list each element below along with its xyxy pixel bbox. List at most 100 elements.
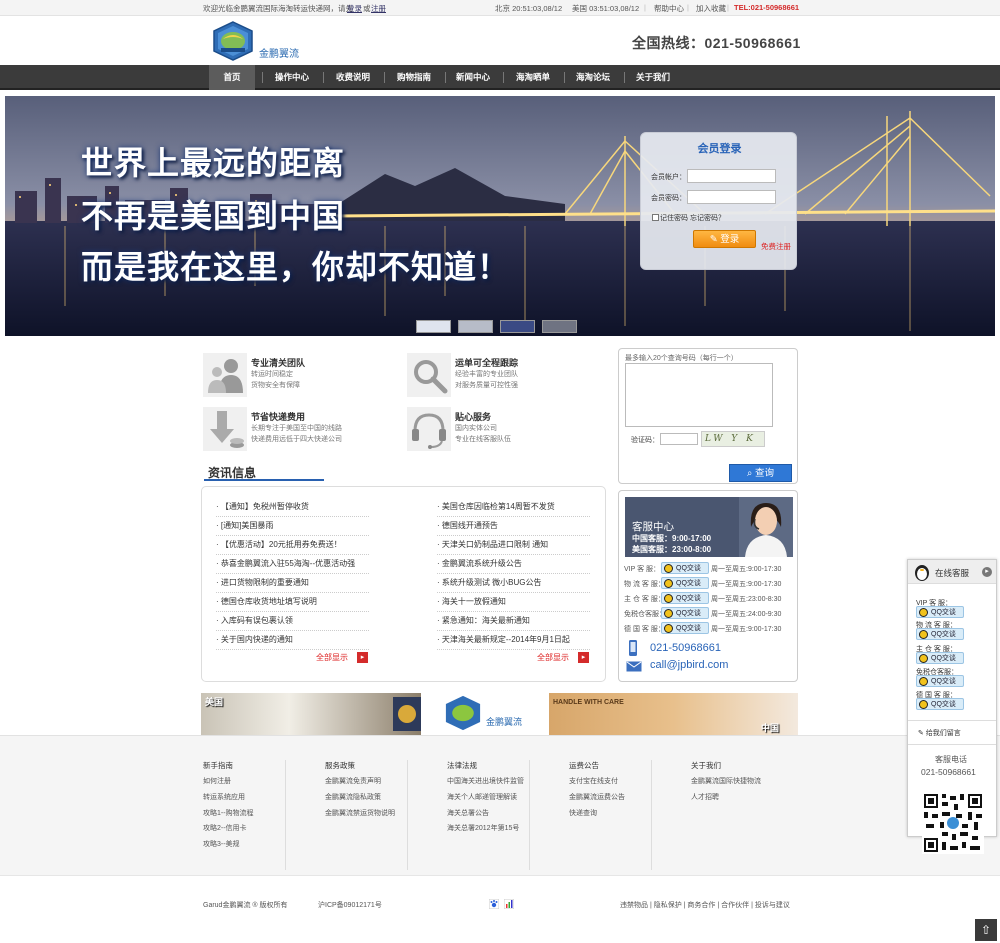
captcha-input[interactable] — [660, 433, 698, 445]
bottom-links[interactable]: 违禁物品 | 隐私保护 | 商务合作 | 合作伙伴 | 投诉与建议 — [620, 900, 790, 910]
qq-chat-button[interactable]: QQ交谈 — [661, 577, 709, 589]
nav-item-home[interactable]: 首页 — [209, 65, 255, 90]
news-item[interactable]: · 天津关口奶制品进口限制 通知 — [437, 536, 590, 555]
news-more-left-link[interactable]: 全部显示 — [316, 652, 348, 663]
service-row-hours: 周一至周五:23:00-8:30 — [711, 596, 782, 603]
banner-thumb-1[interactable] — [416, 320, 451, 333]
hotline: 全国热线：021-50968661 — [632, 35, 801, 51]
footer-link[interactable]: 如何注册 — [203, 776, 231, 786]
qq-penguin-icon — [919, 654, 928, 663]
nav-item-news[interactable]: 新闻中心 — [450, 65, 496, 90]
qq-chat-button[interactable]: QQ交谈 — [661, 562, 709, 574]
remember-label[interactable]: 记住密码 忘记密码？ — [660, 213, 725, 223]
qq-chat-button[interactable]: QQ交谈 — [916, 652, 964, 664]
add-favorite-link[interactable]: 加入收藏 — [696, 3, 726, 14]
arrow-right-icon[interactable]: ▸ — [578, 652, 589, 663]
login-link[interactable]: 登录 — [347, 3, 362, 14]
leave-message-link[interactable]: ✎ 给我们留言 — [918, 728, 961, 738]
service-row-label: 德 国 客 服： — [624, 626, 665, 633]
news-item-title: 恭喜金鹏翼流入驻55海淘--优惠活动强 — [220, 559, 356, 568]
footer-link[interactable]: 海关总署公告 — [447, 808, 489, 818]
footer-link[interactable]: 快递查询 — [569, 808, 597, 818]
icp-number[interactable]: 沪ICP备09012171号 — [318, 900, 382, 910]
login-button[interactable]: ✎ 登录 — [693, 230, 756, 248]
news-item[interactable]: · 进口货物限制的重要通知 — [216, 574, 369, 593]
footer-link[interactable]: 中国海关进出境快件监管 — [447, 776, 524, 786]
footer-link[interactable]: 人才招聘 — [691, 792, 719, 802]
nav-divider — [445, 72, 446, 83]
news-item[interactable]: · 入库码有误包裹认领 — [216, 612, 369, 631]
qq-chat-button[interactable]: QQ交谈 — [661, 592, 709, 604]
footer-link[interactable]: 攻略2--信用卡 — [203, 823, 247, 833]
footer-link[interactable]: 转运系统应用 — [203, 792, 245, 802]
qq-chat-label: QQ交谈 — [931, 678, 956, 685]
footer-link[interactable]: 攻略3--美规 — [203, 839, 240, 849]
news-item[interactable]: · 金鹏翼流系统升级公告 — [437, 555, 590, 574]
qq-chat-button[interactable]: QQ交谈 — [916, 628, 964, 640]
account-input[interactable] — [687, 169, 776, 183]
nav-item-about[interactable]: 关于我们 — [630, 65, 676, 90]
feature-title: 贴心服务 — [455, 412, 492, 422]
footer-link[interactable]: 金鹏翼流隐私政策 — [325, 792, 381, 802]
news-item[interactable]: · 恭喜金鹏翼流入驻55海淘--优惠活动强 — [216, 555, 369, 574]
nav-item-fees[interactable]: 收费说明 — [330, 65, 376, 90]
news-item[interactable]: · 德国仓库收货地址填写说明 — [216, 593, 369, 612]
qq-chat-button[interactable]: QQ交谈 — [916, 675, 964, 687]
footer-col-title: 新手指南 — [203, 761, 233, 770]
qq-chat-label: QQ交谈 — [931, 631, 956, 638]
footer-link[interactable]: 支付宝在线支付 — [569, 776, 618, 786]
news-item[interactable]: · 海关十一放假通知 — [437, 593, 590, 612]
magnifier-icon — [407, 353, 451, 397]
news-more-right-link[interactable]: 全部显示 — [537, 652, 569, 663]
remember-checkbox[interactable] — [652, 214, 659, 221]
footer-link[interactable]: 金鹏翼流免责声明 — [325, 776, 381, 786]
arrow-right-icon[interactable]: ▸ — [357, 652, 368, 663]
qq-chat-button[interactable]: QQ交谈 — [916, 698, 964, 710]
news-item[interactable]: · 【优惠活动】20元抵用券免费送！ — [216, 536, 369, 555]
news-item[interactable]: · 系统升级测试 微小BUG公告 — [437, 574, 590, 593]
captcha-image[interactable]: LW Y K — [701, 431, 765, 447]
footer-link[interactable]: 金鹏翼流运费公告 — [569, 792, 625, 802]
footer-link[interactable]: 海关个人邮递管理解读 — [447, 792, 517, 802]
register-link[interactable]: 注册 — [371, 3, 386, 14]
tracking-numbers-textarea[interactable] — [625, 363, 773, 427]
nav-item-operation[interactable]: 操作中心 — [269, 65, 315, 90]
footer-link[interactable]: 攻略1--购物流程 — [203, 808, 254, 818]
news-item-title: 【通知】免税州暂停收货 — [220, 502, 309, 511]
news-item[interactable]: · 【通知】免税州暂停收货 — [216, 498, 369, 517]
qr-code-icon[interactable] — [922, 792, 984, 854]
hero-banner[interactable]: 世界上最远的距离 不再是美国到中国 而是我在这里，你却不知道！ — [5, 96, 995, 336]
query-button[interactable]: ⌕ 查询 — [729, 464, 792, 482]
stats-icon[interactable] — [504, 899, 514, 909]
help-center-link[interactable]: 帮助中心 — [654, 3, 684, 14]
banner-thumb-3[interactable] — [500, 320, 535, 333]
logo-badge-icon[interactable] — [212, 21, 254, 61]
password-input[interactable] — [687, 190, 776, 204]
free-register-link[interactable]: 免费注册 — [761, 241, 791, 252]
news-item[interactable]: · 紧急通知：海关最新通知 — [437, 612, 590, 631]
qq-chat-button[interactable]: QQ交谈 — [661, 607, 709, 619]
download-arrow-icon — [203, 407, 247, 451]
banner-thumb-4[interactable] — [542, 320, 577, 333]
logo-text[interactable]: 金鹏翼流 — [259, 45, 299, 60]
banner-thumb-2[interactable] — [458, 320, 493, 333]
footer-link[interactable]: 金鹏翼流国际快捷物流 — [691, 776, 761, 786]
strip-usa-label: 美国 — [205, 697, 224, 707]
footer-link[interactable]: 金鹏翼流禁运货物说明 — [325, 808, 395, 818]
nav-item-forum[interactable]: 海淘论坛 — [570, 65, 616, 90]
paw-icon[interactable] — [489, 899, 499, 909]
nav-item-showcase[interactable]: 海淘晒单 — [510, 65, 556, 90]
qq-chat-button[interactable]: QQ交谈 — [916, 606, 964, 618]
news-item[interactable]: · 美国仓库因临检第14周暂不发货 — [437, 498, 590, 517]
footer-link[interactable]: 海关总署2012年第15号 — [447, 823, 519, 833]
news-item[interactable]: · [通知]美国暴雨 — [216, 517, 369, 536]
qq-chat-button[interactable]: QQ交谈 — [661, 622, 709, 634]
news-item[interactable]: · 关于国内快递的通知 — [216, 631, 369, 650]
service-email[interactable]: call@jpbird.com — [650, 659, 728, 671]
news-item[interactable]: · 天津海关最新规定--2014年9月1日起 — [437, 631, 590, 650]
news-item[interactable]: · 德国线开通预告 — [437, 517, 590, 536]
nav-item-guide[interactable]: 购物指南 — [391, 65, 437, 90]
back-to-top-button[interactable]: ⇧ — [975, 919, 997, 941]
collapse-icon[interactable]: ▸ — [982, 567, 992, 577]
qq-chat-label: QQ交谈 — [931, 655, 956, 662]
